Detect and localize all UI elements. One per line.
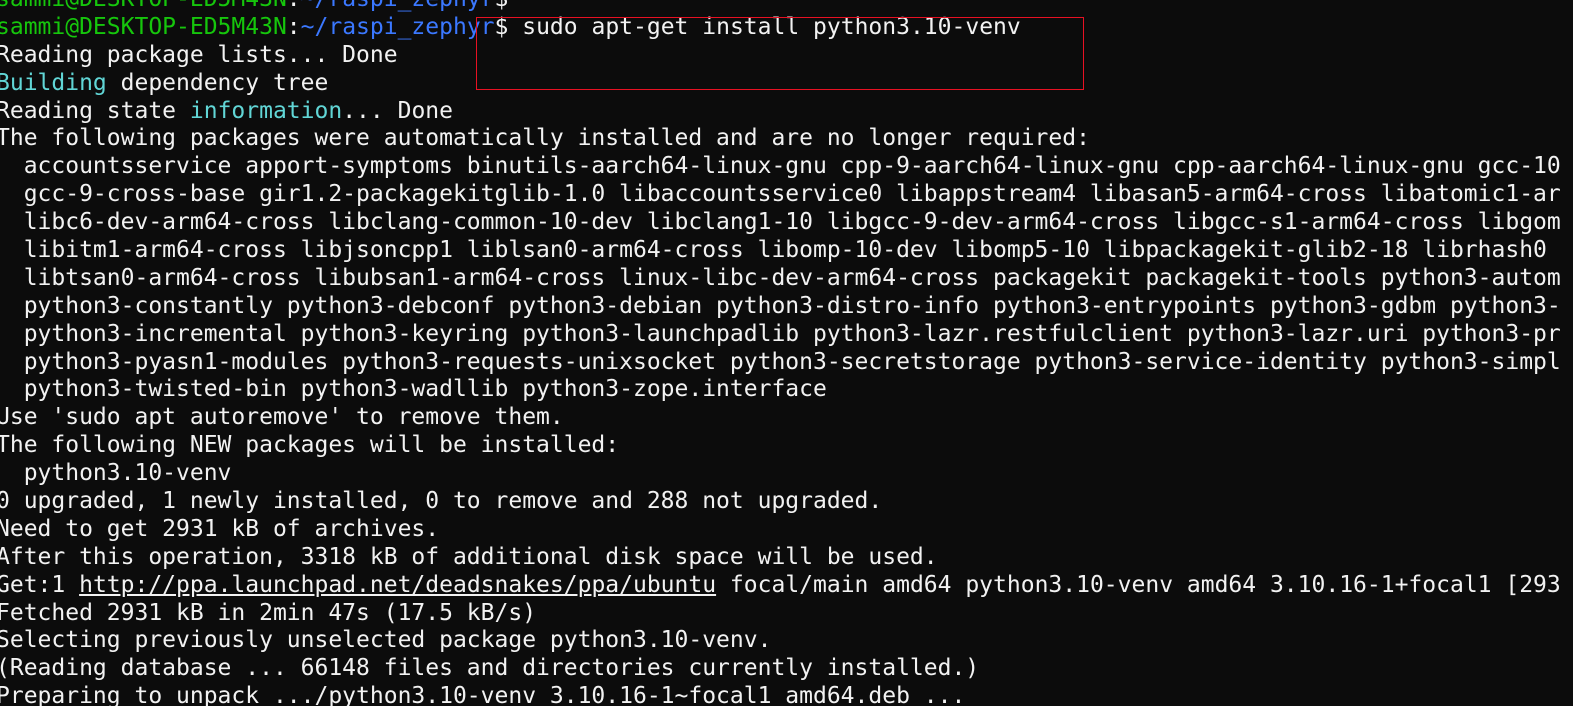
output-text: ... Done bbox=[342, 97, 453, 124]
prompt-symbol: $ bbox=[495, 0, 509, 12]
output-line: Preparing to unpack .../python3.10-venv_… bbox=[0, 683, 966, 706]
output-line: Use 'sudo apt autoremove' to remove them… bbox=[0, 404, 564, 431]
prompt-symbol: $ bbox=[494, 13, 509, 40]
prompt-separator: : bbox=[286, 13, 301, 40]
output-line: After this operation, 3318 kB of additio… bbox=[0, 543, 938, 570]
terminal-window[interactable]: sammi@DESKTOP-ED5M43N:~/raspi_zephyr$ sa… bbox=[0, 0, 1573, 706]
output-line: The following packages were automaticall… bbox=[0, 125, 1090, 152]
prompt-path: ~/raspi_zephyr bbox=[301, 0, 495, 12]
output-line: Reading state information... Done bbox=[0, 98, 1561, 126]
output-line: Reading package lists... Done bbox=[0, 41, 398, 68]
package-list-line: python3.10-venv bbox=[0, 460, 232, 487]
output-line: Need to get 2931 kB of archives. bbox=[0, 515, 440, 542]
prompt-user-host: sammi@DESKTOP-ED5M43N bbox=[0, 13, 287, 40]
ppa-url-link[interactable]: http://ppa.launchpad.net/deadsnakes/ppa/… bbox=[79, 572, 716, 598]
package-list-line: libitm1-arm64-cross libjsoncpp1 liblsan0… bbox=[0, 237, 1547, 264]
output-line: Get:1 http://ppa.launchpad.net/deadsnake… bbox=[0, 572, 1561, 600]
package-list-line: libc6-dev-arm64-cross libclang-common-10… bbox=[0, 209, 1561, 236]
output-line: Fetched 2931 kB in 2min 47s (17.5 kB/s) bbox=[0, 599, 537, 626]
package-list-line: python3-pyasn1-modules python3-requests-… bbox=[0, 348, 1561, 375]
command-text: sudo apt-get install python3.10-venv bbox=[508, 13, 1021, 40]
output-text: Reading state bbox=[0, 97, 190, 124]
keyword-text: Building bbox=[0, 69, 107, 96]
output-line: 0 upgraded, 1 newly installed, 0 to remo… bbox=[0, 488, 883, 515]
package-list-line: python3-twisted-bin python3-wadllib pyth… bbox=[0, 376, 827, 403]
package-list-line: python3-constantly python3-debconf pytho… bbox=[0, 292, 1561, 319]
output-text: Get:1 bbox=[0, 571, 80, 598]
output-line: Building dependency tree bbox=[0, 70, 1561, 98]
output-line: The following NEW packages will be insta… bbox=[0, 432, 620, 459]
prompt-line: sammi@DESKTOP-ED5M43N:~/raspi_zephyr$ bbox=[0, 0, 1561, 14]
output-text: dependency tree bbox=[106, 69, 329, 96]
output-line: (Reading database ... 66148 files and di… bbox=[0, 655, 980, 682]
prompt-path: ~/raspi_zephyr bbox=[300, 13, 495, 40]
terminal-output: sammi@DESKTOP-ED5M43N:~/raspi_zephyr$ sa… bbox=[0, 0, 1561, 706]
package-list-line: libtsan0-arm64-cross libubsan1-arm64-cro… bbox=[0, 264, 1561, 291]
prompt-separator: : bbox=[287, 0, 301, 12]
prompt-user-host: sammi@DESKTOP-ED5M43N bbox=[0, 0, 287, 12]
package-list-line: gcc-9-cross-base gir1.2-packagekitglib-1… bbox=[0, 181, 1561, 208]
output-text: focal/main amd64 python3.10-venv amd64 3… bbox=[716, 571, 1561, 598]
keyword-text: information bbox=[189, 97, 343, 124]
output-line: Selecting previously unselected package … bbox=[0, 627, 772, 654]
package-list-line: python3-incremental python3-keyring pyth… bbox=[0, 320, 1561, 347]
command-line: sammi@DESKTOP-ED5M43N:~/raspi_zephyr$ su… bbox=[0, 14, 1561, 42]
package-list-line: accountsservice apport-symptoms binutils… bbox=[0, 153, 1561, 180]
